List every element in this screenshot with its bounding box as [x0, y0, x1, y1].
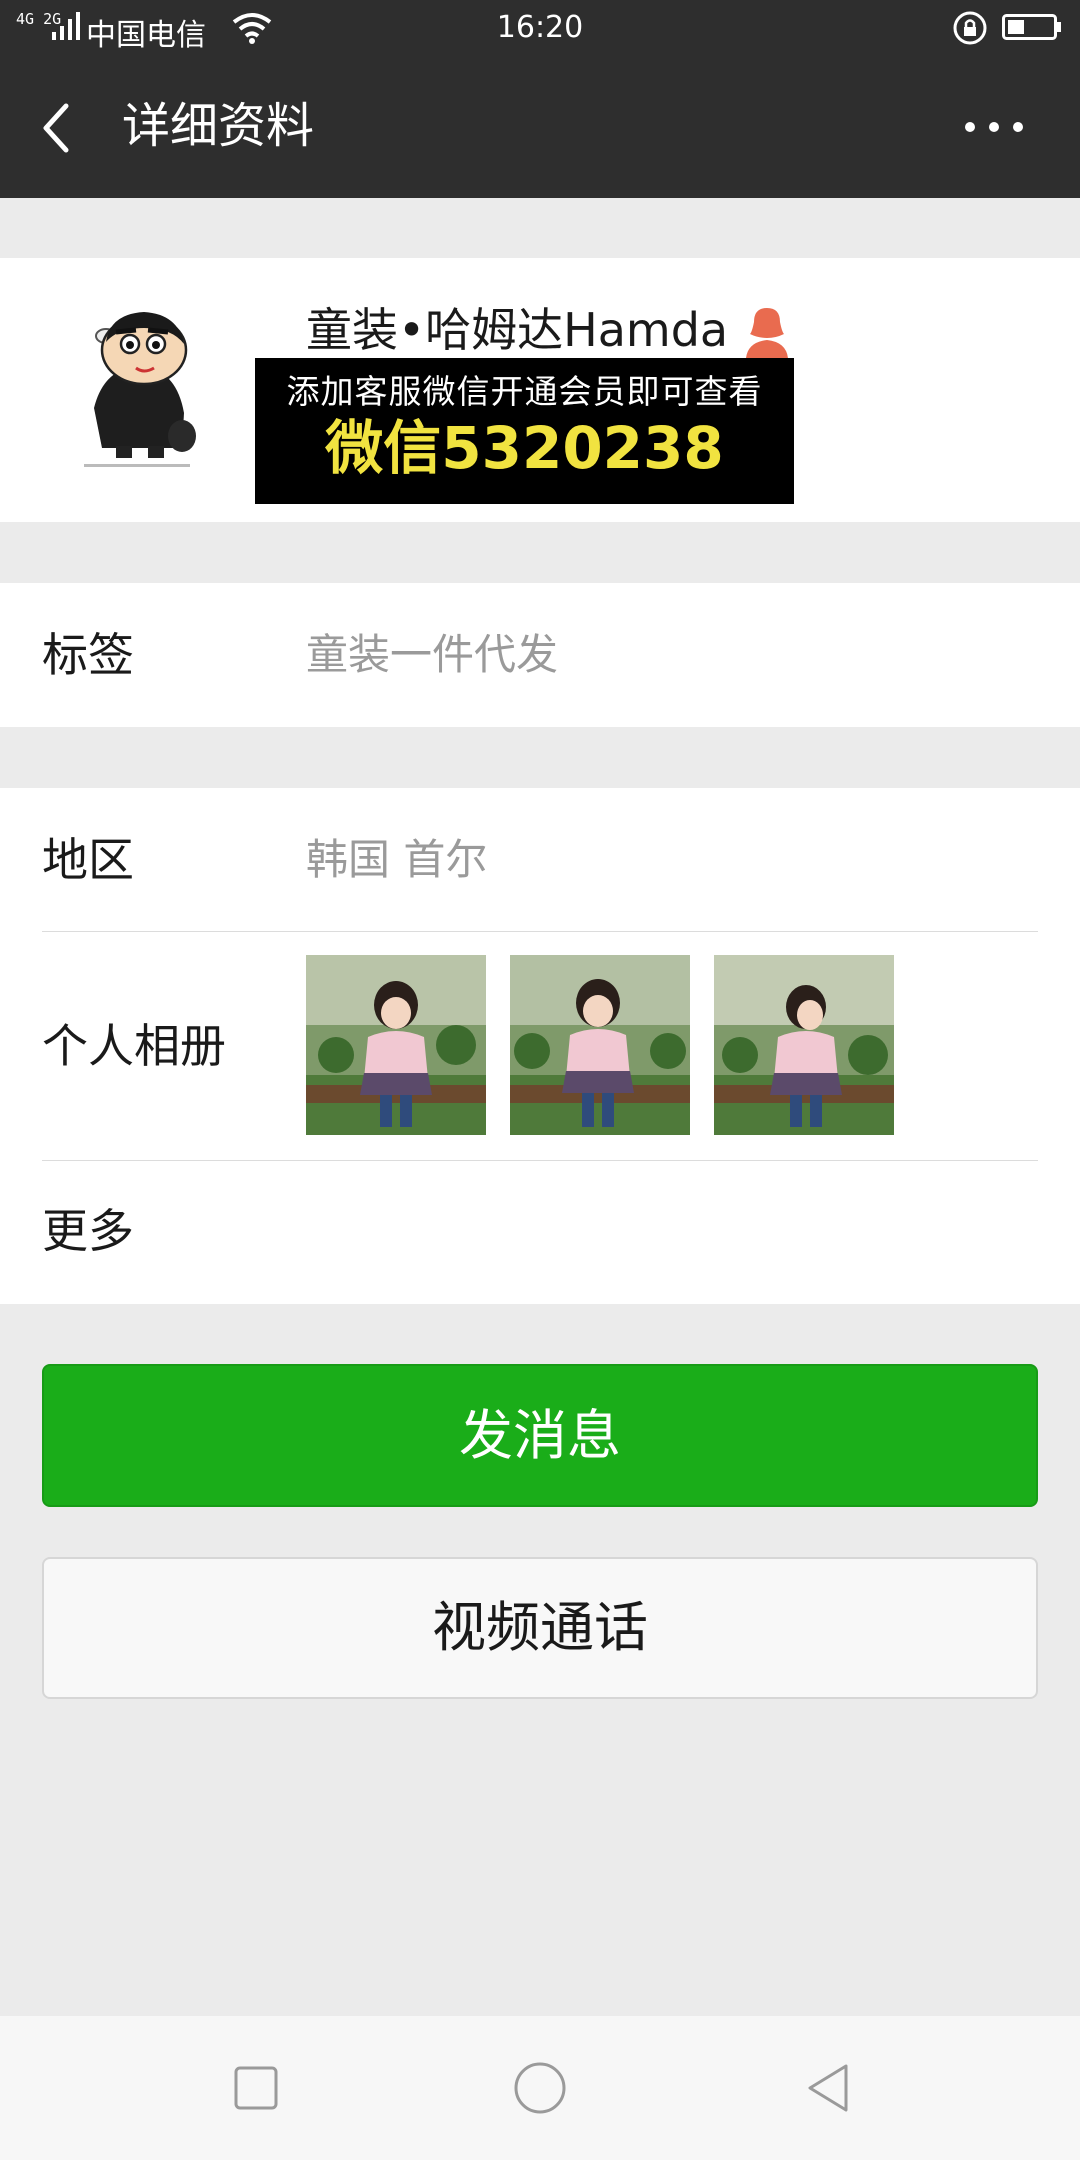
back-arrow-icon[interactable] [36, 98, 76, 158]
more-icon[interactable] [962, 112, 1026, 142]
info-group: 地区 韩国 首尔 个人相册 更多 [0, 788, 1080, 1304]
recent-apps-icon[interactable] [228, 2060, 284, 2116]
page-title: 详细资料 [122, 98, 315, 154]
video-call-button[interactable]: 视频通话 [42, 1557, 1038, 1699]
tags-row[interactable]: 标签 童装一件代发 [0, 583, 1080, 727]
album-photo-2[interactable] [510, 955, 690, 1135]
profile-card: 童装•哈姆达Hamda 添加客服微信开通会员即可查看 微信5320238 [0, 258, 1080, 522]
more-label: 更多 [42, 1204, 134, 1258]
rotation-lock-icon [953, 11, 987, 45]
home-icon[interactable] [512, 2060, 568, 2116]
system-nav-bar [0, 2016, 1080, 2160]
nav-bar: 详细资料 [0, 56, 1080, 198]
promo-banner: 添加客服微信开通会员即可查看 微信5320238 [255, 358, 794, 504]
album-label: 个人相册 [42, 1019, 226, 1073]
more-row[interactable]: 更多 [0, 1161, 1080, 1304]
contact-name: 童装•哈姆达Hamda [306, 303, 729, 357]
promo-line-2: 微信5320238 [325, 414, 724, 482]
status-bar: 4G 2G 中国电信 16:20 [0, 0, 1080, 56]
album-photo-1[interactable] [306, 955, 486, 1135]
female-icon [746, 308, 788, 358]
status-time: 16:20 [496, 10, 584, 45]
region-value: 韩国 首尔 [306, 835, 488, 884]
back-icon[interactable] [802, 2060, 858, 2116]
battery-icon [1002, 14, 1061, 40]
tags-label: 标签 [42, 628, 134, 682]
send-message-button[interactable]: 发消息 [42, 1364, 1038, 1507]
avatar[interactable] [44, 288, 230, 474]
tags-value: 童装一件代发 [306, 630, 559, 679]
region-label: 地区 [42, 833, 134, 887]
album-photo-3[interactable] [714, 955, 894, 1135]
region-row: 地区 韩国 首尔 [0, 788, 1080, 931]
promo-line-1: 添加客服微信开通会员即可查看 [286, 372, 763, 411]
